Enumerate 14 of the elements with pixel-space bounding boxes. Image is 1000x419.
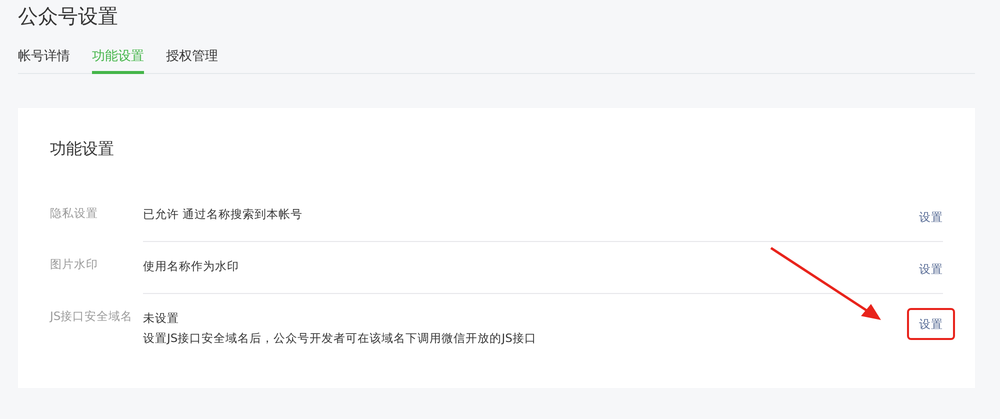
page-title: 公众号设置 bbox=[18, 3, 119, 30]
tab[interactable]: 帐号详情 bbox=[18, 47, 70, 74]
setting-value: 未设置 bbox=[143, 310, 180, 326]
setting-label: JS接口安全域名 bbox=[50, 308, 134, 325]
setting-value: 使用名称作为水印 bbox=[143, 258, 239, 274]
tab[interactable]: 授权管理 bbox=[166, 47, 218, 74]
settings-link[interactable]: 设置 bbox=[919, 261, 943, 277]
setting-label: 隐私设置 bbox=[50, 205, 99, 222]
settings-link[interactable]: 设置 bbox=[907, 308, 955, 340]
setting-value: 已允许 通过名称搜索到本帐号 bbox=[143, 206, 303, 222]
settings-link[interactable]: 设置 bbox=[919, 209, 943, 225]
setting-value: 设置JS接口安全域名后，公众号开发者可在该域名下调用微信开放的JS接口 bbox=[143, 330, 536, 346]
card-title: 功能设置 bbox=[50, 138, 115, 160]
setting-label: 图片水印 bbox=[50, 256, 99, 273]
